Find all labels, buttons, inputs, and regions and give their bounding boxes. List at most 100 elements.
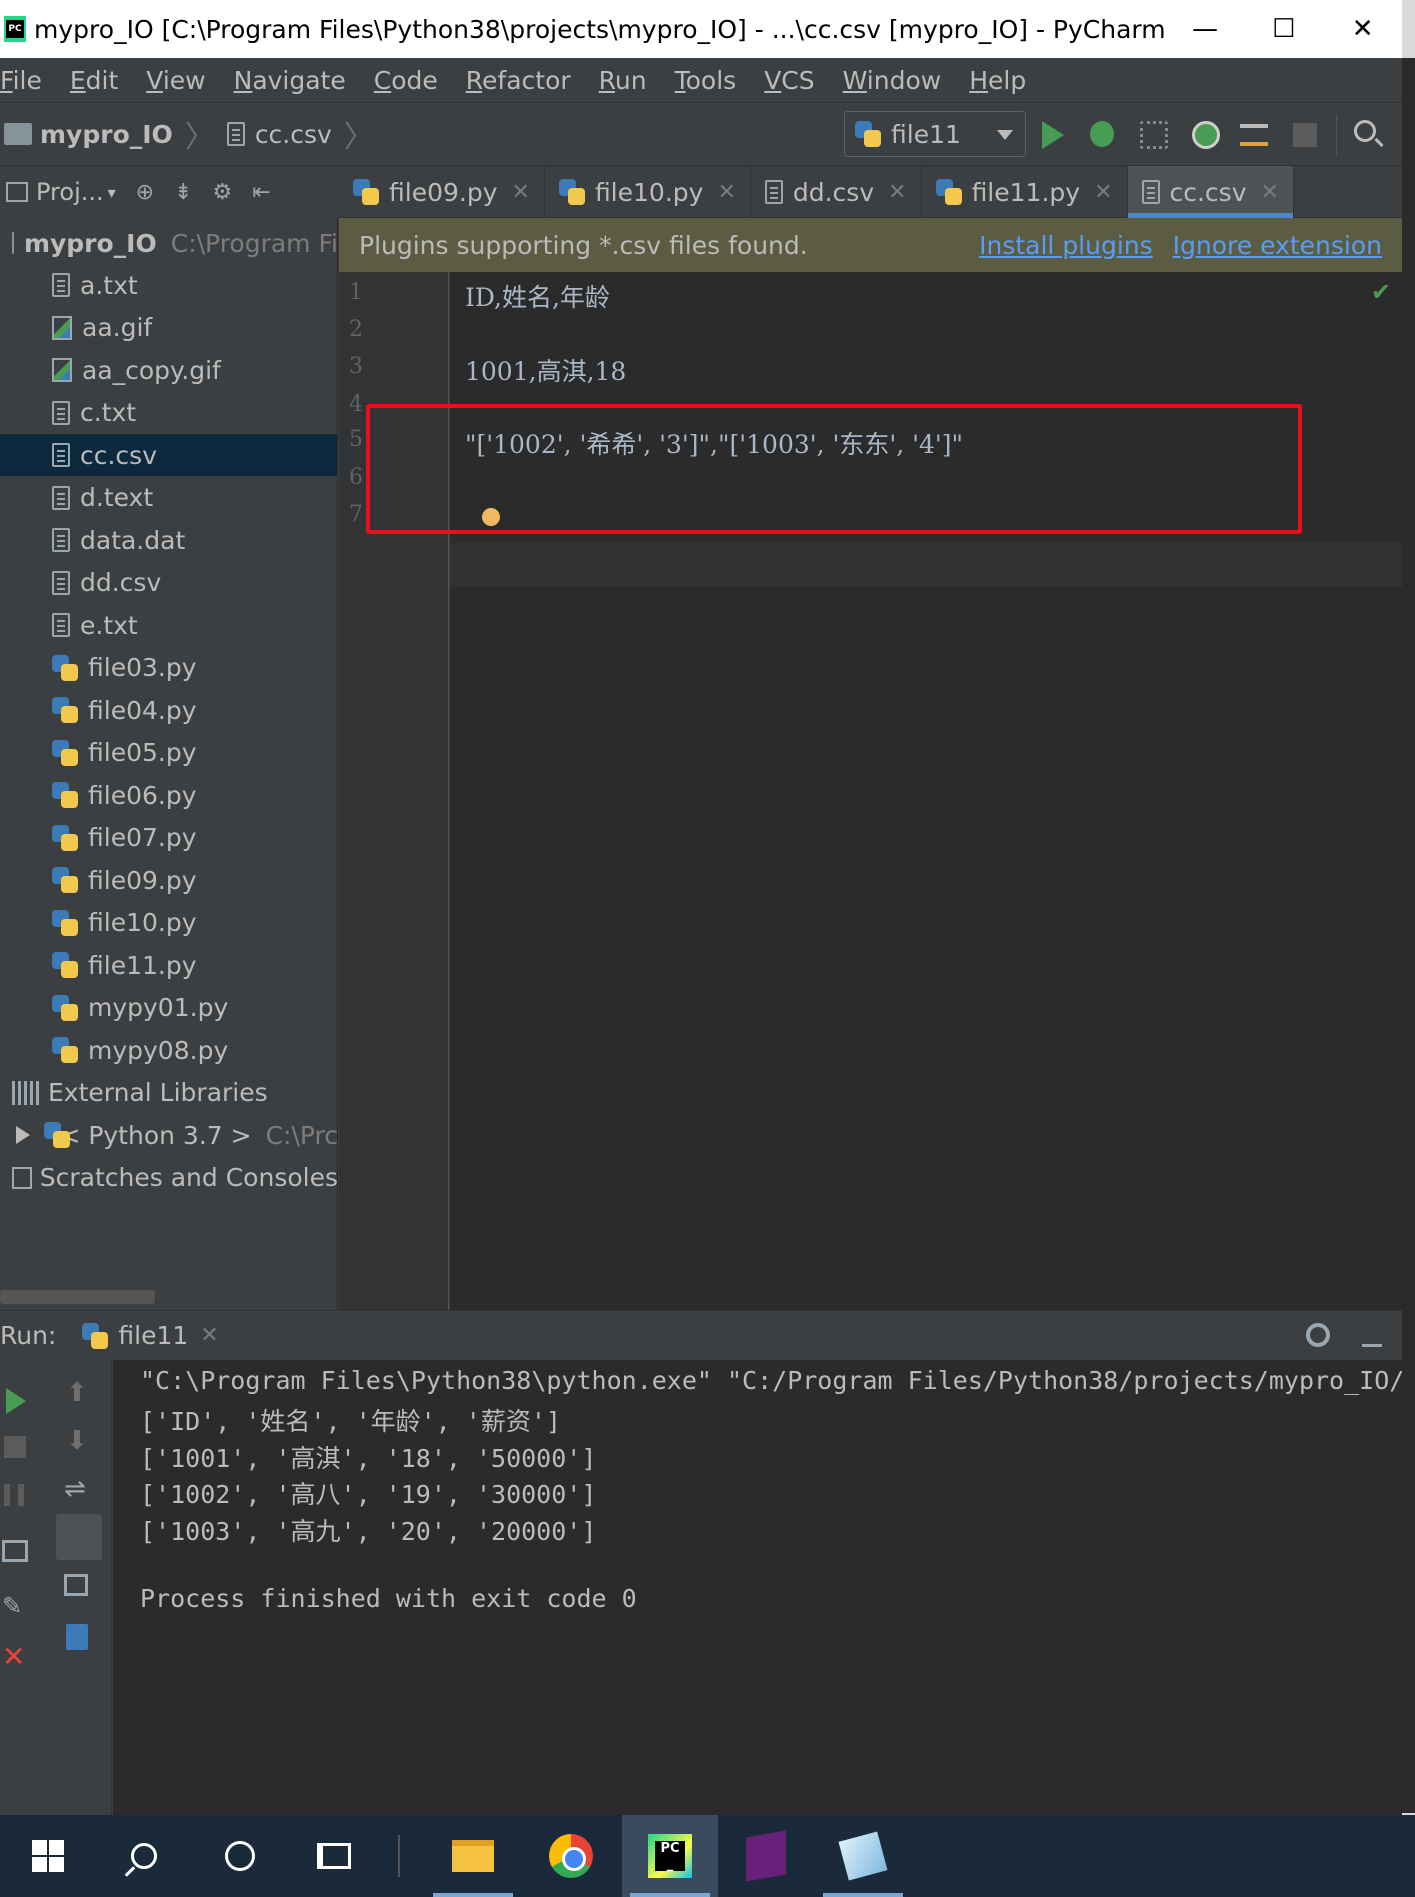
menu-item[interactable]: Refactor <box>466 66 571 95</box>
menu-item[interactable]: Tools <box>675 66 737 95</box>
caret-down-icon: ▾ <box>107 182 116 202</box>
close-tab-icon[interactable]: ✕ <box>888 180 906 205</box>
scroll-to-end-icon[interactable] <box>56 1514 102 1560</box>
tree-file-item[interactable]: e.txt <box>0 604 337 646</box>
rerun-icon[interactable] <box>6 1388 26 1414</box>
up-arrow-icon[interactable]: ⬆ <box>66 1378 92 1408</box>
plugin-notification-banner: Plugins supporting *.csv files found. In… <box>339 218 1402 272</box>
run-toolbar-secondary: ⬆ ⬇ ⇌ <box>48 1360 112 1815</box>
down-arrow-icon[interactable]: ⬇ <box>66 1426 92 1456</box>
concurrency-icon[interactable] <box>1240 124 1268 146</box>
run-panel-header: Run: file11 ✕ <box>0 1310 1402 1360</box>
hide-panel-icon[interactable] <box>1362 1323 1382 1347</box>
gear-icon[interactable]: ⚙ <box>213 180 233 205</box>
stop-icon[interactable] <box>1293 123 1317 147</box>
tree-root[interactable]: mypro_IO C:\Program Fi <box>0 222 337 264</box>
layout-icon[interactable] <box>2 1540 28 1562</box>
task-view-button[interactable] <box>286 1815 382 1897</box>
gear-icon[interactable] <box>1306 1323 1330 1347</box>
horizontal-scrollbar[interactable] <box>0 1290 155 1304</box>
collapse-all-icon[interactable]: ⇟ <box>174 180 192 205</box>
maximize-button[interactable]: ☐ <box>1244 0 1323 58</box>
search-button[interactable] <box>96 1815 192 1897</box>
menu-item[interactable]: Run <box>599 66 647 95</box>
editor-tab[interactable]: file10.py ✕ <box>545 166 751 218</box>
print-icon[interactable] <box>64 1574 88 1596</box>
menu-item[interactable]: Edit <box>70 66 118 95</box>
tree-python-sdk[interactable]: < Python 3.7 > C:\Prc <box>0 1114 337 1156</box>
debug-icon[interactable] <box>1090 121 1114 147</box>
editor-tab[interactable]: cc.csv ✕ <box>1127 166 1294 218</box>
search-everywhere-icon[interactable] <box>1354 120 1376 142</box>
menu-item[interactable]: Window <box>843 66 942 95</box>
menu-item[interactable]: Code <box>374 66 438 95</box>
tree-file-item[interactable]: a.txt <box>0 264 337 306</box>
run-icon[interactable] <box>1042 121 1064 149</box>
menu-item[interactable]: View <box>146 66 205 95</box>
close-button[interactable]: ✕ <box>1323 0 1402 58</box>
tree-file-item[interactable]: file06.py <box>0 774 337 816</box>
close-tab-icon[interactable]: ✕ <box>1261 180 1279 205</box>
tree-file-item[interactable]: file07.py <box>0 817 337 859</box>
tree-file-item[interactable]: file04.py <box>0 689 337 731</box>
run-configuration-select[interactable]: file11 <box>844 111 1026 157</box>
editor-tab[interactable]: file11.py ✕ <box>922 166 1128 218</box>
expand-arrow-icon[interactable] <box>16 1126 30 1144</box>
tree-file-item[interactable]: file09.py <box>0 859 337 901</box>
menu-mnemonic: N <box>233 65 253 95</box>
project-view-select[interactable]: Proj... <box>36 178 104 206</box>
tree-file-item[interactable]: cc.csv <box>0 434 337 476</box>
tree-file-item[interactable]: mypy01.py <box>0 987 337 1029</box>
install-plugins-link[interactable]: Install plugins <box>979 231 1153 260</box>
close-icon[interactable]: ✕ <box>2 1640 28 1673</box>
ignore-extension-link[interactable]: Ignore extension <box>1173 231 1382 260</box>
coverage-icon[interactable] <box>1140 121 1168 149</box>
close-tab-icon[interactable]: ✕ <box>512 180 530 205</box>
taskbar-visual-studio[interactable] <box>718 1815 814 1897</box>
taskbar-file-explorer[interactable] <box>425 1815 521 1897</box>
taskbar-pycharm[interactable]: PC _ <box>622 1815 718 1897</box>
profile-icon[interactable] <box>1192 121 1220 149</box>
menu-item[interactable]: VCS <box>764 66 814 95</box>
tree-file-item[interactable]: mypy08.py <box>0 1029 337 1071</box>
pause-icon[interactable] <box>4 1484 24 1506</box>
tree-scratches[interactable]: Scratches and Consoles <box>0 1157 337 1199</box>
stop-icon[interactable] <box>4 1436 26 1458</box>
tree-file-item[interactable]: file11.py <box>0 944 337 986</box>
minimize-button[interactable]: — <box>1166 0 1245 58</box>
tree-file-item[interactable]: d.text <box>0 477 337 519</box>
hide-panel-icon[interactable]: ⇤ <box>252 180 270 205</box>
tree-file-item[interactable]: file03.py <box>0 647 337 689</box>
menu-label: CS <box>781 65 815 95</box>
trash-icon[interactable] <box>66 1624 88 1650</box>
python-file-icon <box>558 179 585 205</box>
tree-file-item[interactable]: aa.gif <box>0 307 337 349</box>
breadcrumb-file[interactable]: cc.csv <box>255 120 332 149</box>
taskbar-notepad[interactable] <box>815 1815 911 1897</box>
breadcrumb-project[interactable]: mypro_IO <box>40 120 173 149</box>
menu-item[interactable]: File <box>0 66 42 95</box>
close-tab-icon[interactable]: ✕ <box>200 1323 218 1348</box>
start-button[interactable] <box>0 1815 96 1897</box>
cortana-button[interactable] <box>192 1815 288 1897</box>
menu-item[interactable]: Navigate <box>234 66 346 95</box>
text-file-icon <box>1141 180 1160 204</box>
tree-file-item[interactable]: c.txt <box>0 392 337 434</box>
run-tab-label[interactable]: file11 <box>118 1321 188 1350</box>
pin-icon[interactable]: ✎ <box>2 1592 28 1620</box>
menu-item[interactable]: Help <box>969 66 1026 95</box>
run-console[interactable]: "C:\Program Files\Python38\python.exe" "… <box>113 1360 1402 1815</box>
soft-wrap-icon[interactable]: ⇌ <box>64 1474 90 1504</box>
tree-file-item[interactable]: file10.py <box>0 902 337 944</box>
close-tab-icon[interactable]: ✕ <box>1094 180 1112 205</box>
tree-file-item[interactable]: aa_copy.gif <box>0 349 337 391</box>
editor-tab[interactable]: file09.py ✕ <box>339 166 545 218</box>
taskbar-chrome[interactable] <box>523 1815 619 1897</box>
tree-file-item[interactable]: data.dat <box>0 519 337 561</box>
tree-external-libraries[interactable]: External Libraries <box>0 1072 337 1114</box>
close-tab-icon[interactable]: ✕ <box>717 180 735 205</box>
tree-file-item[interactable]: file05.py <box>0 732 337 774</box>
locate-icon[interactable]: ⊕ <box>136 180 154 205</box>
tree-file-item[interactable]: dd.csv <box>0 562 337 604</box>
editor-tab[interactable]: dd.csv ✕ <box>751 166 922 218</box>
